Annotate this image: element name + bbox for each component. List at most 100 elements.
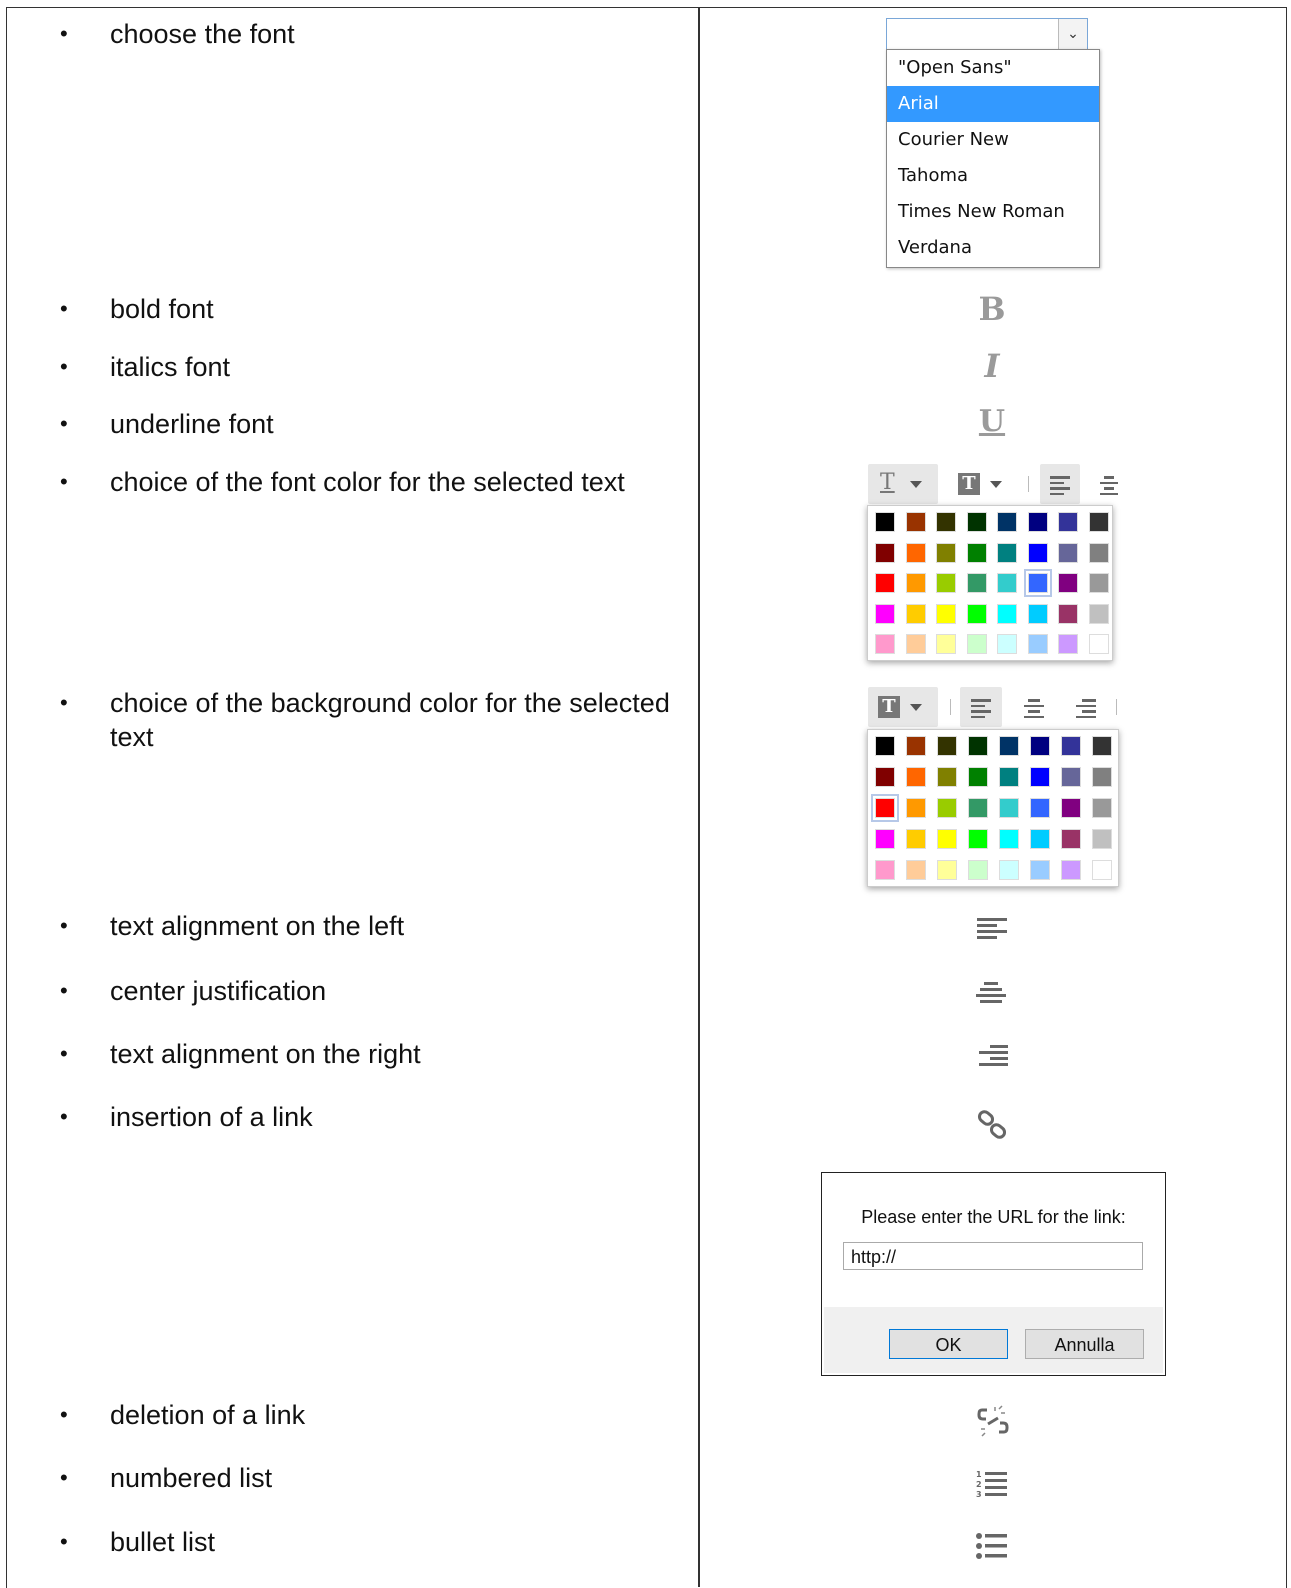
color-swatch[interactable]: [937, 829, 957, 849]
color-swatch[interactable]: [966, 542, 987, 563]
color-swatch[interactable]: [1061, 767, 1081, 787]
color-swatch[interactable]: [875, 767, 895, 787]
color-swatch[interactable]: [906, 829, 926, 849]
color-swatch[interactable]: [937, 767, 957, 787]
font-option[interactable]: Verdana: [887, 230, 1099, 266]
color-swatch[interactable]: [997, 573, 1017, 593]
align-center-icon[interactable]: [1024, 699, 1044, 721]
color-swatch[interactable]: [1030, 829, 1050, 849]
color-swatch[interactable]: [1092, 736, 1112, 756]
color-swatch[interactable]: [999, 829, 1019, 849]
color-swatch[interactable]: [968, 798, 988, 818]
background-color-button[interactable]: T: [952, 464, 1012, 504]
color-swatch[interactable]: [906, 798, 926, 818]
color-swatch[interactable]: [1030, 798, 1050, 818]
color-swatch[interactable]: [871, 794, 899, 822]
color-swatch[interactable]: [905, 573, 926, 593]
color-swatch[interactable]: [1058, 542, 1078, 563]
color-swatch[interactable]: [905, 603, 926, 624]
color-swatch[interactable]: [1027, 634, 1048, 654]
color-swatch[interactable]: [1023, 569, 1052, 597]
color-swatch[interactable]: [906, 767, 926, 787]
color-swatch[interactable]: [875, 860, 895, 880]
color-swatch[interactable]: [1027, 542, 1048, 563]
unlink-icon[interactable]: [977, 1405, 1009, 1437]
color-swatch[interactable]: [875, 634, 895, 654]
align-center-icon[interactable]: [1100, 476, 1118, 498]
font-option[interactable]: Tahoma: [887, 158, 1099, 194]
color-swatch[interactable]: [1088, 512, 1109, 532]
color-swatch[interactable]: [1058, 512, 1078, 532]
color-swatch[interactable]: [966, 512, 987, 532]
color-swatch[interactable]: [905, 542, 926, 563]
color-swatch[interactable]: [997, 634, 1017, 654]
font-option-selected[interactable]: Arial: [887, 86, 1099, 122]
color-swatch[interactable]: [1088, 542, 1109, 563]
bullet-list-icon[interactable]: [975, 1531, 1009, 1561]
font-option[interactable]: Times New Roman: [887, 194, 1099, 230]
color-swatch[interactable]: [905, 634, 926, 654]
color-swatch[interactable]: [997, 603, 1017, 624]
numbered-list-icon[interactable]: 1 2 3: [975, 1468, 1009, 1500]
color-swatch[interactable]: [1058, 573, 1078, 593]
color-swatch[interactable]: [966, 573, 987, 593]
color-swatch[interactable]: [875, 512, 895, 532]
color-swatch[interactable]: [966, 603, 987, 624]
color-swatch[interactable]: [997, 512, 1017, 532]
color-swatch[interactable]: [1092, 829, 1112, 849]
color-swatch[interactable]: [875, 829, 895, 849]
color-swatch[interactable]: [997, 542, 1017, 563]
color-swatch[interactable]: [936, 573, 956, 593]
color-swatch[interactable]: [875, 603, 895, 624]
color-swatch[interactable]: [906, 736, 926, 756]
align-right-icon[interactable]: [1076, 699, 1096, 721]
font-option[interactable]: "Open Sans": [887, 50, 1099, 86]
font-select[interactable]: ⌄: [886, 18, 1088, 50]
color-swatch[interactable]: [937, 798, 957, 818]
font-option[interactable]: Courier New: [887, 122, 1099, 158]
color-swatch[interactable]: [999, 736, 1019, 756]
color-swatch[interactable]: [1027, 603, 1048, 624]
color-swatch[interactable]: [1061, 829, 1081, 849]
align-center-icon[interactable]: [976, 982, 1006, 1006]
color-swatch[interactable]: [968, 736, 988, 756]
color-swatch[interactable]: [999, 860, 1019, 880]
color-swatch[interactable]: [1061, 736, 1081, 756]
color-swatch[interactable]: [1088, 603, 1109, 624]
color-swatch[interactable]: [875, 542, 895, 563]
color-swatch[interactable]: [936, 603, 956, 624]
color-swatch[interactable]: [968, 829, 988, 849]
color-swatch[interactable]: [968, 767, 988, 787]
color-swatch[interactable]: [875, 736, 895, 756]
align-right-icon[interactable]: [979, 1045, 1008, 1069]
url-input[interactable]: http://: [843, 1242, 1143, 1270]
color-swatch[interactable]: [999, 798, 1019, 818]
color-swatch[interactable]: [1088, 573, 1109, 593]
color-swatch[interactable]: [936, 542, 956, 563]
color-swatch[interactable]: [1092, 767, 1112, 787]
color-swatch[interactable]: [1058, 603, 1078, 624]
color-swatch[interactable]: [966, 634, 987, 654]
color-swatch[interactable]: [936, 512, 956, 532]
color-swatch[interactable]: [937, 860, 957, 880]
color-swatch[interactable]: [968, 860, 988, 880]
color-swatch[interactable]: [1030, 767, 1050, 787]
color-swatch[interactable]: [1061, 860, 1081, 880]
color-swatch[interactable]: [875, 573, 895, 593]
color-swatch[interactable]: [1092, 860, 1112, 880]
ok-button[interactable]: OK: [889, 1329, 1008, 1359]
color-swatch[interactable]: [1027, 512, 1048, 532]
color-swatch[interactable]: [1088, 634, 1109, 654]
background-color-button[interactable]: T: [868, 687, 938, 727]
bold-icon[interactable]: B: [972, 290, 1012, 328]
cancel-button[interactable]: Annulla: [1025, 1329, 1144, 1359]
underline-icon[interactable]: U: [972, 404, 1012, 439]
font-color-button[interactable]: T: [868, 464, 938, 504]
color-swatch[interactable]: [1058, 634, 1078, 654]
color-swatch[interactable]: [999, 767, 1019, 787]
link-icon[interactable]: [977, 1110, 1009, 1142]
color-swatch[interactable]: [1092, 798, 1112, 818]
chevron-down-icon[interactable]: ⌄: [1058, 19, 1087, 49]
color-swatch[interactable]: [937, 736, 957, 756]
color-swatch[interactable]: [906, 860, 926, 880]
